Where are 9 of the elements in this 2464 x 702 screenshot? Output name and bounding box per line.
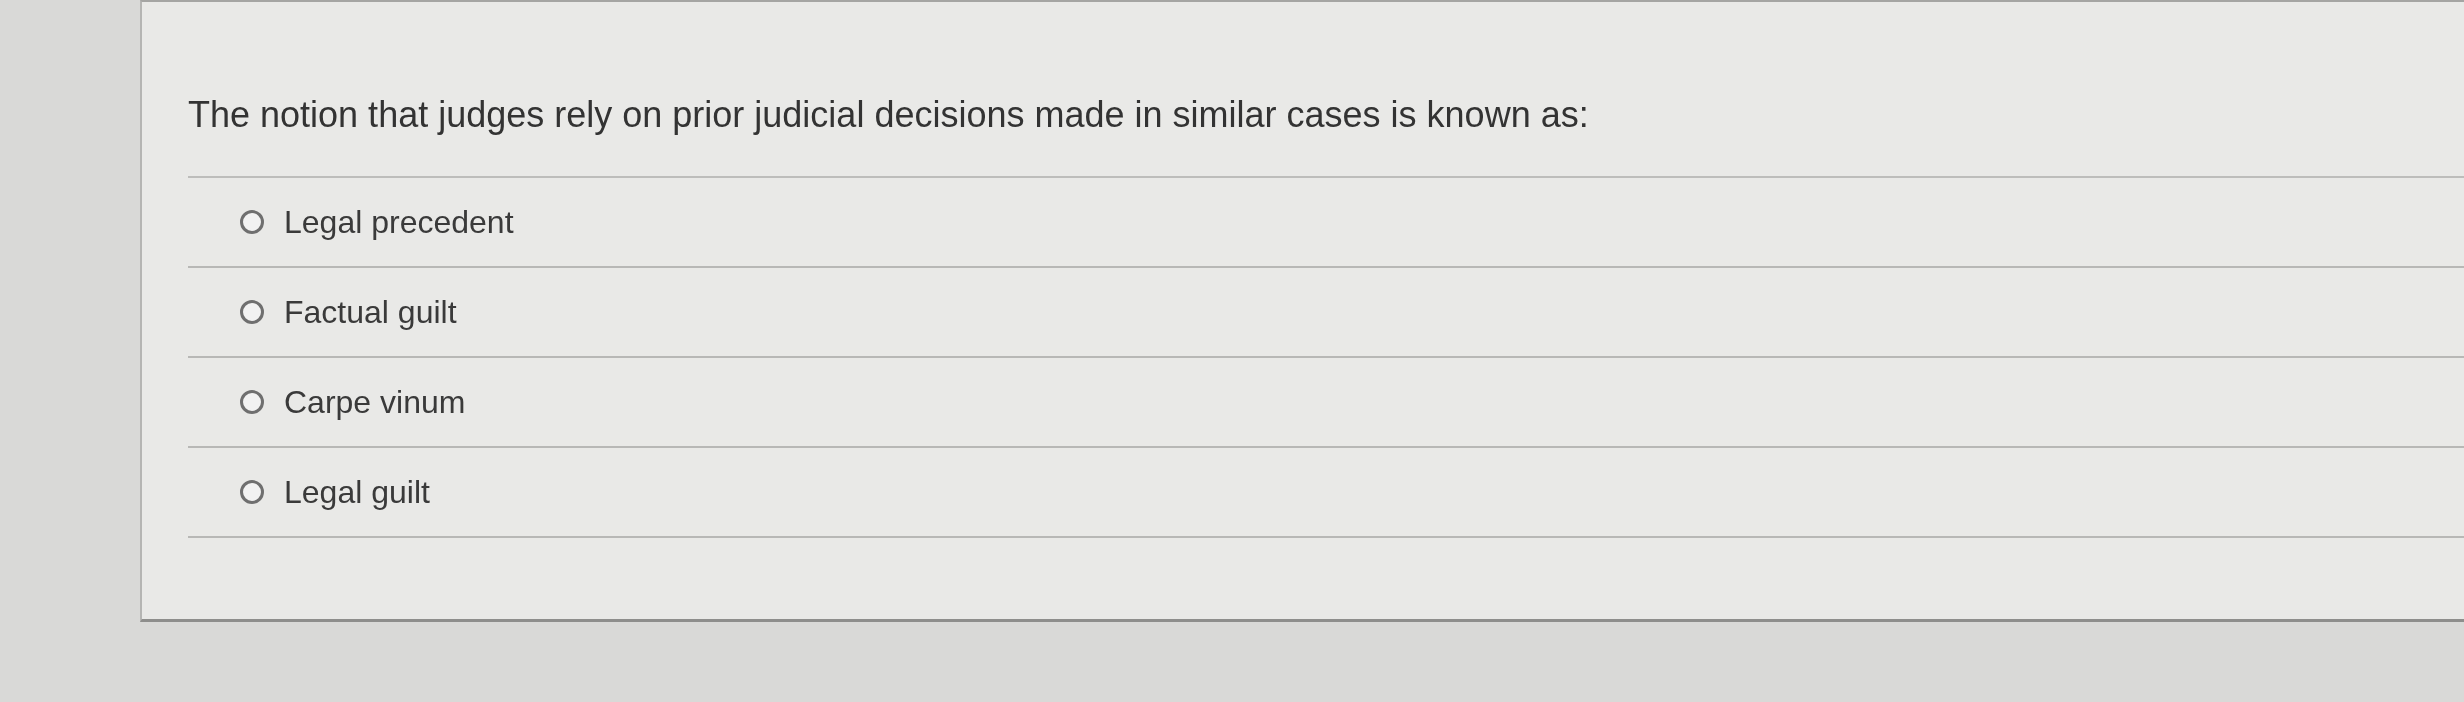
option-label[interactable]: Factual guilt (284, 293, 457, 331)
radio-button[interactable] (240, 300, 264, 324)
question-text: The notion that judges rely on prior judicial decisions made in similar cases is known as: (188, 94, 2464, 178)
radio-button[interactable] (240, 390, 264, 414)
radio-button[interactable] (240, 210, 264, 234)
option-label[interactable]: Carpe vinum (284, 383, 466, 421)
radio-button[interactable] (240, 480, 264, 504)
option-label[interactable]: Legal guilt (284, 473, 430, 511)
option-label[interactable]: Legal precedent (284, 203, 514, 241)
